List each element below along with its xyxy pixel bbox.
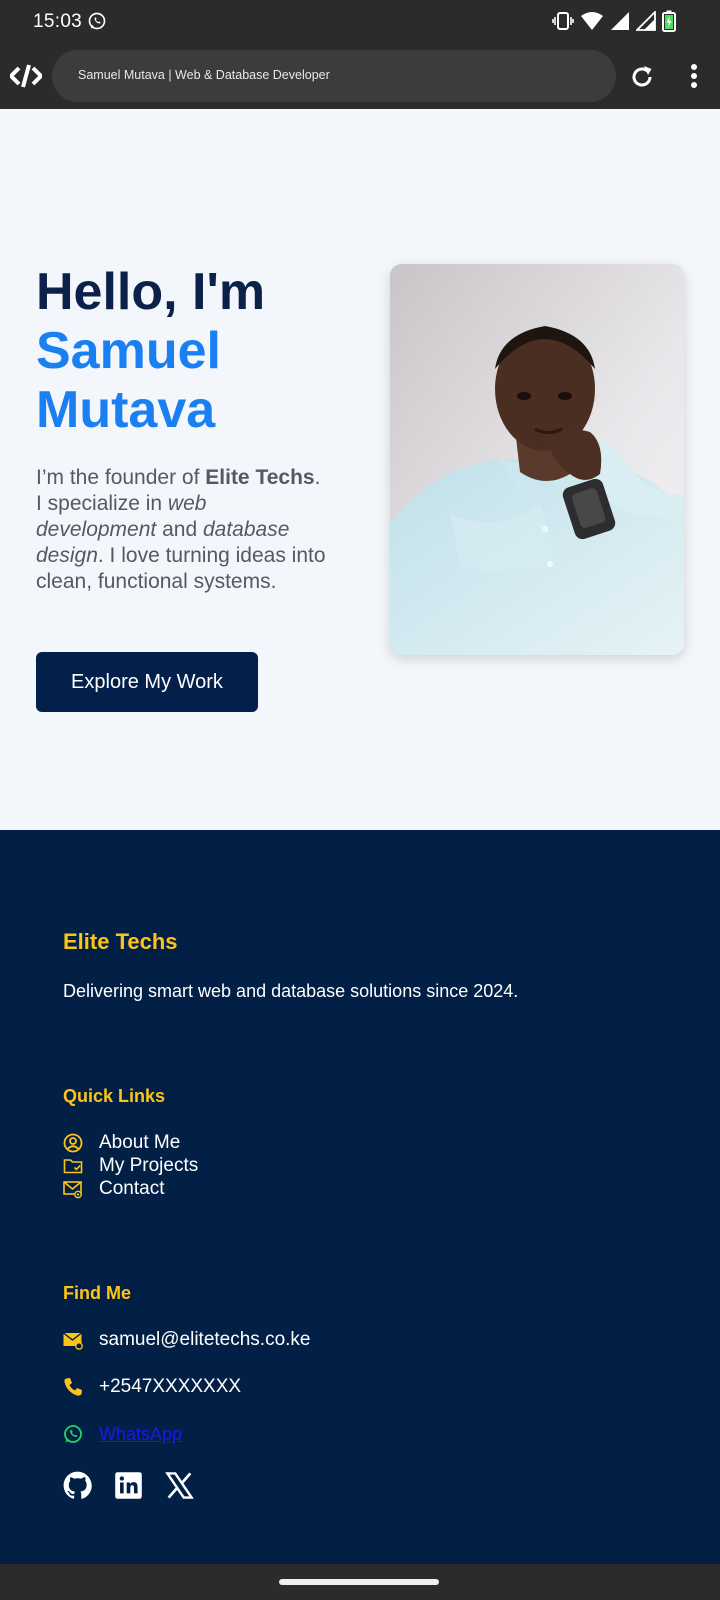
hero-name: Samuel Mutava	[36, 322, 366, 440]
quick-link-label: My Projects	[99, 1155, 199, 1176]
contact-email[interactable]: samuel@elitetechs.co.ke	[63, 1328, 311, 1352]
reload-icon[interactable]	[628, 63, 656, 91]
system-nav-bar	[0, 1564, 720, 1600]
quick-link-label: About Me	[99, 1132, 181, 1153]
hero-section: Hello, I'm Samuel Mutava I’m the founder …	[0, 109, 720, 830]
whatsapp-icon	[64, 1425, 82, 1443]
quick-link-contact[interactable]: Contact	[63, 1178, 164, 1200]
site-footer: Elite Techs Delivering smart web and dat…	[0, 830, 720, 1564]
status-icons	[552, 10, 676, 32]
hero-intro: I’m the founder of Elite Techs. I specia…	[36, 465, 326, 595]
name-first: Samuel	[36, 322, 221, 380]
phone-icon	[64, 1378, 82, 1396]
intro-text-3: and	[156, 518, 203, 541]
contact-phone[interactable]: +2547XXXXXXX	[63, 1375, 241, 1399]
status-time: 15:03	[33, 11, 83, 32]
intro-company: Elite Techs	[205, 466, 315, 489]
vibrate-icon	[552, 12, 574, 30]
hero-heading: Hello, I'm Samuel Mutava	[36, 263, 366, 440]
wifi-icon	[581, 12, 603, 30]
email-address: samuel@elitetechs.co.ke	[99, 1329, 311, 1350]
battery-icon	[662, 10, 676, 32]
greeting: Hello, I'm	[36, 263, 266, 321]
intro-text-1: I’m the founder of	[36, 466, 206, 489]
quick-links-title: Quick Links	[63, 1086, 166, 1106]
whatsapp-notification-icon	[88, 12, 106, 30]
profile-photo-illustration	[390, 264, 684, 655]
user-circle-icon	[63, 1133, 83, 1153]
whatsapp-link[interactable]: WhatsApp	[99, 1424, 182, 1445]
browser-toolbar: Samuel Mutava | Web & Database Developer	[0, 44, 720, 109]
code-logo-icon[interactable]	[10, 64, 42, 88]
home-gesture-handle[interactable]	[279, 1579, 439, 1585]
page-title-text: Samuel Mutava | Web & Database Developer	[78, 68, 330, 82]
find-me-title: Find Me	[63, 1283, 131, 1303]
folder-icon	[63, 1159, 83, 1174]
footer-brand: Elite Techs	[63, 929, 178, 954]
github-icon[interactable]	[63, 1471, 92, 1500]
name-last: Mutava	[36, 381, 216, 439]
signal-icon	[611, 12, 629, 30]
footer-tagline: Delivering smart web and database soluti…	[63, 981, 519, 1001]
status-bar: 15:03	[0, 0, 720, 44]
quick-link-projects[interactable]: My Projects	[63, 1155, 198, 1177]
social-links	[63, 1471, 194, 1500]
quick-link-label: Contact	[99, 1178, 165, 1199]
more-vert-icon[interactable]	[684, 62, 704, 90]
signal-2-icon	[636, 11, 656, 31]
quick-link-about[interactable]: About Me	[63, 1132, 180, 1154]
contact-whatsapp: WhatsApp	[63, 1422, 182, 1446]
explore-my-work-button[interactable]: Explore My Work	[36, 652, 258, 712]
profile-photo	[390, 264, 684, 655]
url-bar[interactable]: Samuel Mutava | Web & Database Developer	[52, 50, 616, 102]
phone-number: +2547XXXXXXX	[99, 1376, 242, 1397]
x-icon[interactable]	[165, 1471, 194, 1500]
envelope-at-icon	[63, 1181, 82, 1199]
envelope-icon	[63, 1332, 83, 1350]
linkedin-icon[interactable]	[114, 1471, 143, 1500]
